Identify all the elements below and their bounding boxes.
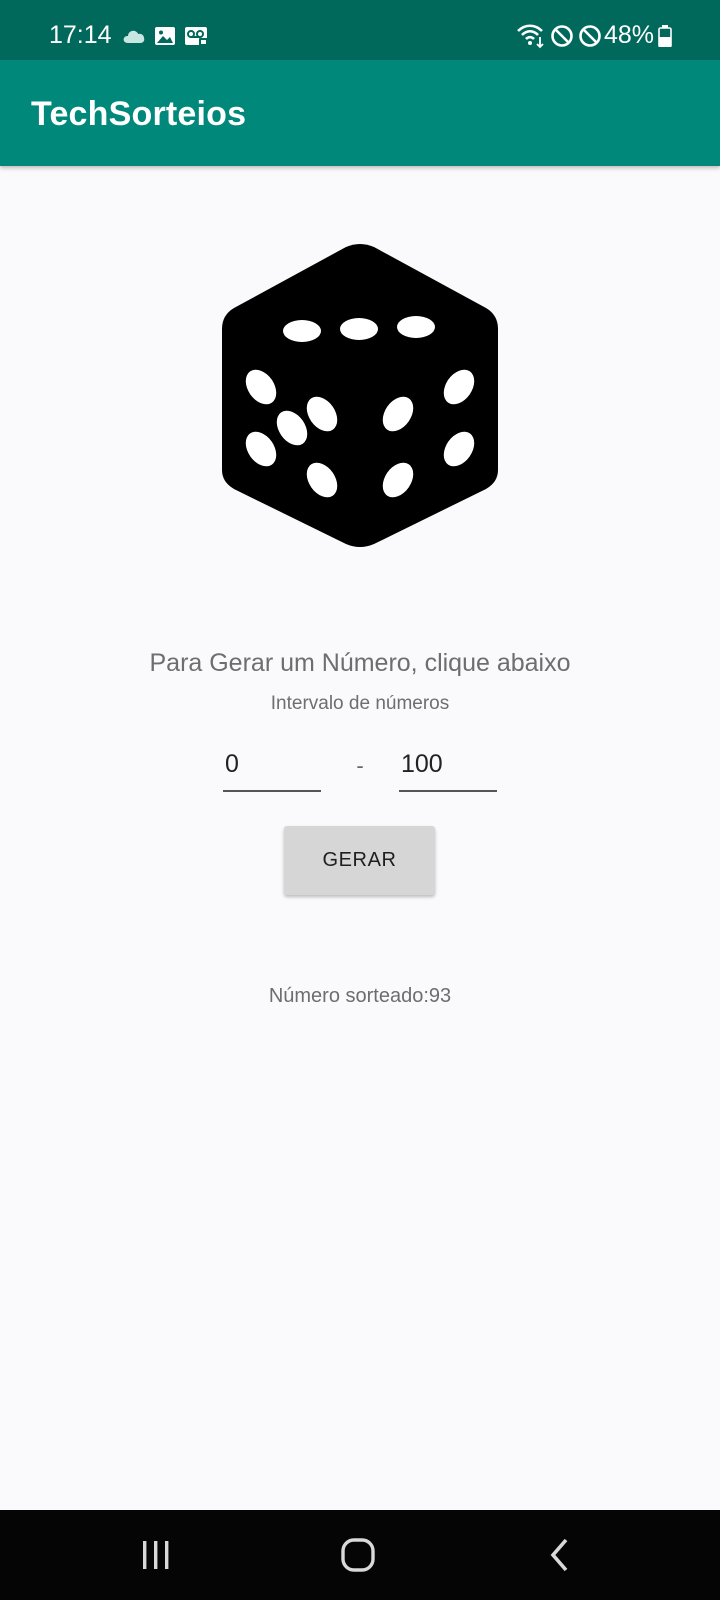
generate-button[interactable]: GERAR: [284, 826, 435, 895]
image-icon: [155, 27, 175, 45]
range-label: Intervalo de números: [270, 693, 450, 714]
result-text: Número sorteado:93: [268, 985, 452, 1007]
status-left-icons: [122, 24, 210, 48]
battery-icon: [658, 25, 672, 47]
max-value-input[interactable]: [399, 744, 497, 792]
dice-icon: [222, 244, 498, 547]
wifi-icon: [517, 24, 544, 49]
range-separator: -: [356, 753, 364, 778]
navigation-bar: [0, 1510, 720, 1600]
cloud-icon: [123, 30, 145, 43]
blocked-icon: [551, 25, 573, 47]
battery-percentage: 48%: [604, 21, 655, 49]
back-button[interactable]: [530, 1532, 590, 1578]
blocked-icon: [579, 25, 601, 47]
app-bar: TechSorteios: [0, 60, 720, 166]
prompt-text: Para Gerar um Número, clique abaixo: [149, 649, 571, 677]
home-button[interactable]: [328, 1532, 388, 1578]
recents-icon: [143, 1541, 169, 1569]
min-value-input[interactable]: [223, 744, 321, 792]
app-title: TechSorteios: [31, 95, 247, 133]
status-right-icons: [516, 22, 602, 50]
back-icon: [550, 1538, 568, 1572]
screen: 17:14 48% TechSorteios Para Gerar um Núm…: [0, 0, 720, 1600]
status-time: 17:14: [49, 21, 112, 49]
voicemail-icon: [185, 27, 208, 46]
recents-button[interactable]: [126, 1532, 186, 1578]
home-icon: [341, 1538, 375, 1572]
status-bar: 17:14 48%: [0, 0, 720, 60]
